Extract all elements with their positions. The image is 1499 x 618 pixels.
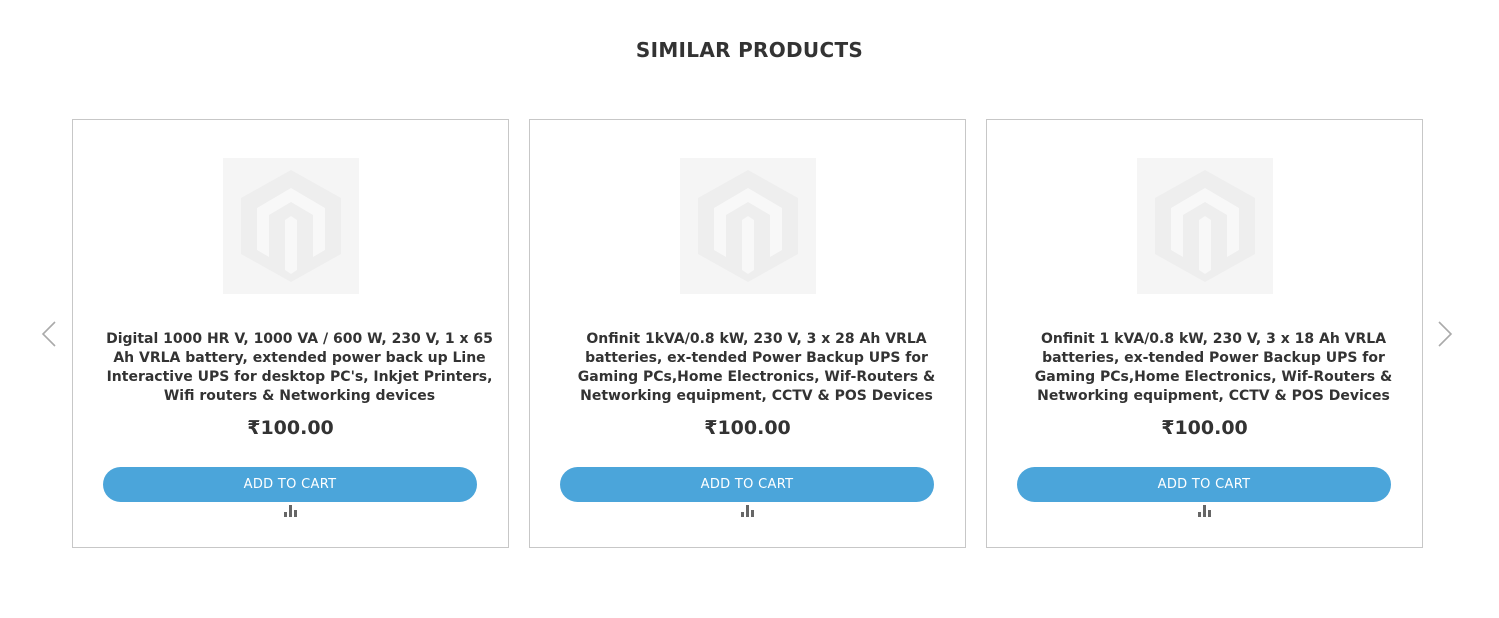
product-price: ₹100.00 bbox=[247, 417, 334, 439]
add-to-cart-button[interactable]: ADD TO CART bbox=[560, 467, 934, 502]
product-name-link[interactable]: Digital 1000 HR V, 1000 VA / 600 W, 230 … bbox=[101, 330, 498, 406]
add-to-compare-button[interactable] bbox=[739, 504, 757, 518]
compare-icon bbox=[284, 505, 297, 517]
section-title: SIMILAR PRODUCTS bbox=[635, 38, 864, 62]
chevron-left-icon bbox=[41, 321, 56, 347]
product-price: ₹100.00 bbox=[704, 417, 791, 439]
product-image-link[interactable] bbox=[1137, 158, 1273, 294]
compare-icon bbox=[1198, 505, 1211, 517]
add-to-compare-button[interactable] bbox=[282, 504, 300, 518]
product-price: ₹100.00 bbox=[1161, 417, 1248, 439]
product-image-link[interactable] bbox=[223, 158, 359, 294]
compare-icon bbox=[741, 505, 754, 517]
add-to-compare-button[interactable] bbox=[1196, 504, 1214, 518]
product-name-link[interactable]: Onfinit 1kVA/0.8 kW, 230 V, 3 x 28 Ah VR… bbox=[558, 330, 955, 406]
product-card: Onfinit 1 kVA/0.8 kW, 230 V, 3 x 18 Ah V… bbox=[986, 119, 1423, 548]
product-card: Onfinit 1kVA/0.8 kW, 230 V, 3 x 28 Ah VR… bbox=[529, 119, 966, 548]
magento-placeholder-icon bbox=[223, 158, 359, 294]
product-card: Digital 1000 HR V, 1000 VA / 600 W, 230 … bbox=[72, 119, 509, 548]
product-name-link[interactable]: Onfinit 1 kVA/0.8 kW, 230 V, 3 x 18 Ah V… bbox=[1015, 330, 1412, 406]
chevron-right-icon bbox=[1438, 321, 1453, 347]
add-to-cart-button[interactable]: ADD TO CART bbox=[1017, 467, 1391, 502]
product-image-link[interactable] bbox=[680, 158, 816, 294]
similar-products-section: SIMILAR PRODUCTS Digital 1000 HR V, 1000… bbox=[0, 0, 1499, 618]
add-to-cart-button[interactable]: ADD TO CART bbox=[103, 467, 477, 502]
magento-placeholder-icon bbox=[680, 158, 816, 294]
carousel-prev-button[interactable] bbox=[37, 318, 61, 350]
carousel-next-button[interactable] bbox=[1433, 318, 1457, 350]
magento-placeholder-icon bbox=[1137, 158, 1273, 294]
